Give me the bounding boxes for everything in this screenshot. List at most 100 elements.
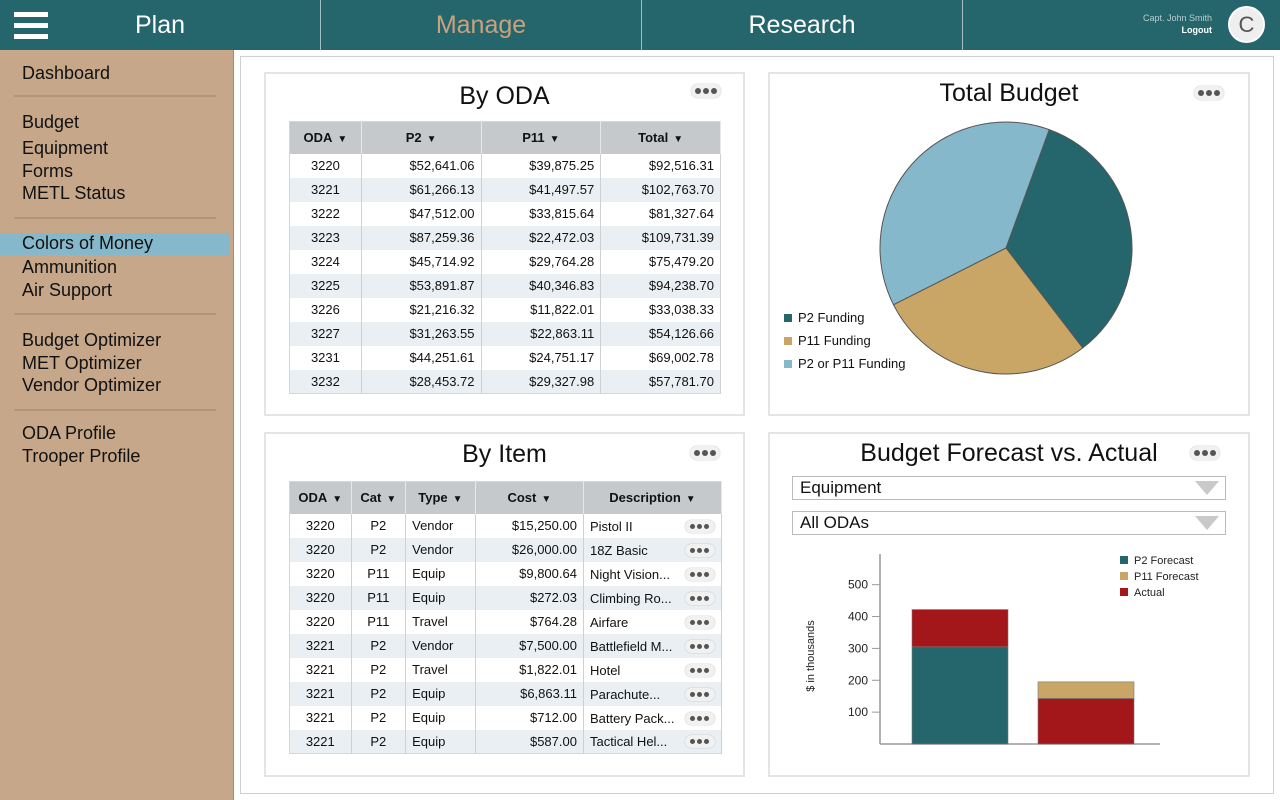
oda-header-total[interactable]: Total ▼ [600,121,721,154]
table-row[interactable]: 3220 P11 Travel $764.28 Airfare [289,609,723,634]
table-row[interactable]: 3220 P2 Vendor $15,250.00 Pistol II [289,513,723,538]
sidebar-divider [14,217,216,219]
table-cell: P11 [351,561,407,586]
description-text: Battery Pack... [589,710,675,726]
oda-select[interactable]: All ODAs [792,511,1226,535]
bar-segment[interactable] [911,609,1009,648]
sidebar-item-ammunition[interactable]: Ammunition [22,257,117,278]
table-cell: Pistol II [583,513,723,538]
chevron-down-icon [1195,516,1219,530]
table-cell: $26,000.00 [475,537,584,562]
oda-header-oda[interactable]: ODA ▼ [289,121,362,154]
oda-select-value: All ODAs [800,513,869,532]
by-item-more-icon[interactable] [690,446,720,460]
y-tick-label: 500 [848,578,868,592]
table-row[interactable]: 3221 P2 Vendor $7,500.00 Battlefield M... [289,633,723,658]
item-header-cat[interactable]: Cat ▼ [351,481,407,514]
item-header-oda[interactable]: ODA ▼ [289,481,352,514]
legend-label: P11 Forecast [1134,571,1199,583]
item-header-cost[interactable]: Cost ▼ [475,481,584,514]
legend-swatch [1120,588,1128,596]
row-more-icon[interactable] [684,615,715,629]
by-oda-more-icon[interactable] [691,84,721,98]
row-more-icon[interactable] [684,711,715,725]
filter-icon[interactable]: ▼ [332,494,342,505]
total-budget-panel: Total Budget P2 Funding P11 Funding P2 or … [768,72,1250,416]
row-more-icon[interactable] [684,687,715,701]
row-more-icon[interactable] [684,639,715,653]
tab-manage[interactable]: Manage [320,0,641,50]
table-row[interactable]: 3221 $61,266.13 $41,497.57 $102,763.70 [289,177,721,202]
tab-plan[interactable]: Plan [0,0,320,50]
sidebar-item-colors-of-money[interactable]: Colors of Money [22,233,153,254]
table-row[interactable]: 3222 $47,512.00 $33,815.64 $81,327.64 [289,201,721,226]
oda-header-p2[interactable]: P2 ▼ [361,121,482,154]
table-row[interactable]: 3220 $52,641.06 $39,875.25 $92,516.31 [289,153,721,178]
bar-segment[interactable] [1037,698,1135,745]
row-more-icon[interactable] [684,519,715,533]
filter-icon[interactable]: ▼ [386,494,396,505]
filter-icon[interactable]: ▼ [453,494,463,505]
table-cell: P11 [351,585,407,610]
filter-icon[interactable]: ▼ [673,134,683,145]
table-row[interactable]: 3221 P2 Equip $712.00 Battery Pack... [289,705,723,730]
table-cell: $81,327.64 [600,201,721,226]
table-cell: $7,500.00 [475,633,584,658]
item-header-type[interactable]: Type ▼ [405,481,476,514]
sidebar: Dashboard Budget Equipment Forms METL St… [0,50,234,800]
table-row[interactable]: 3220 P11 Equip $272.03 Climbing Ro... [289,585,723,610]
table-cell: $109,731.39 [600,225,721,250]
row-more-icon[interactable] [684,567,715,581]
table-cell: $40,346.83 [481,273,602,298]
y-axis-label: $ in thousands [805,620,817,692]
category-select[interactable]: Equipment [792,476,1226,500]
table-row[interactable]: 3227 $31,263.55 $22,863.11 $54,126.66 [289,321,721,346]
table-row[interactable]: 3221 P2 Travel $1,822.01 Hotel [289,657,723,682]
table-row[interactable]: 3221 P2 Equip $6,863.11 Parachute... [289,681,723,706]
forecast-more-icon[interactable] [1190,446,1220,460]
avatar[interactable]: C [1228,6,1265,43]
table-row[interactable]: 3226 $21,216.32 $11,822.01 $33,038.33 [289,297,721,322]
table-cell: 3221 [289,633,352,658]
sidebar-item-vendor-optimizer[interactable]: Vendor Optimizer [22,375,161,396]
table-cell: Night Vision... [583,561,723,586]
sidebar-item-air-support[interactable]: Air Support [22,280,112,301]
sidebar-item-budget[interactable]: Budget [22,112,79,133]
sidebar-item-met-optimizer[interactable]: MET Optimizer [22,353,142,374]
table-row[interactable]: 3223 $87,259.36 $22,472.03 $109,731.39 [289,225,721,250]
sidebar-item-dashboard[interactable]: Dashboard [22,63,110,84]
table-row[interactable]: 3224 $45,714.92 $29,764.28 $75,479.20 [289,249,721,274]
row-more-icon[interactable] [684,591,715,605]
table-row[interactable]: 3220 P11 Equip $9,800.64 Night Vision... [289,561,723,586]
item-header-description[interactable]: Description ▼ [583,481,723,514]
table-row[interactable]: 3231 $44,251.61 $24,751.17 $69,002.78 [289,345,721,370]
filter-icon[interactable]: ▼ [427,134,437,145]
table-cell: P2 [351,633,407,658]
sidebar-item-oda-profile[interactable]: ODA Profile [22,423,116,444]
table-row[interactable]: 3225 $53,891.87 $40,346.83 $94,238.70 [289,273,721,298]
user-name: Capt. John Smith [1142,13,1212,23]
filter-icon[interactable]: ▼ [550,134,560,145]
table-row[interactable]: 3232 $28,453.72 $29,327.98 $57,781.70 [289,369,721,394]
bar-segment[interactable] [1037,681,1135,699]
forecast-title: Budget Forecast vs. Actual [860,439,1158,467]
table-row[interactable]: 3220 P2 Vendor $26,000.00 18Z Basic [289,537,723,562]
sidebar-item-trooper-profile[interactable]: Trooper Profile [22,446,140,467]
sidebar-item-metl-status[interactable]: METL Status [22,183,125,204]
sidebar-item-forms[interactable]: Forms [22,161,73,182]
bar-segment[interactable] [911,646,1009,745]
table-row[interactable]: 3221 P2 Equip $587.00 Tactical Hel... [289,729,723,754]
description-text: Hotel [589,662,621,678]
filter-icon[interactable]: ▼ [541,494,551,505]
filter-icon[interactable]: ▼ [686,494,696,505]
table-cell: Battlefield M... [583,633,723,658]
oda-header-p11[interactable]: P11 ▼ [481,121,602,154]
row-more-icon[interactable] [684,735,715,749]
tab-research[interactable]: Research [641,0,962,50]
row-more-icon[interactable] [684,663,715,677]
sidebar-item-equipment[interactable]: Equipment [22,138,108,159]
sidebar-item-budget-optimizer[interactable]: Budget Optimizer [22,330,161,351]
filter-icon[interactable]: ▼ [337,134,347,145]
logout-link[interactable]: Logout [1143,24,1213,36]
row-more-icon[interactable] [684,543,715,557]
